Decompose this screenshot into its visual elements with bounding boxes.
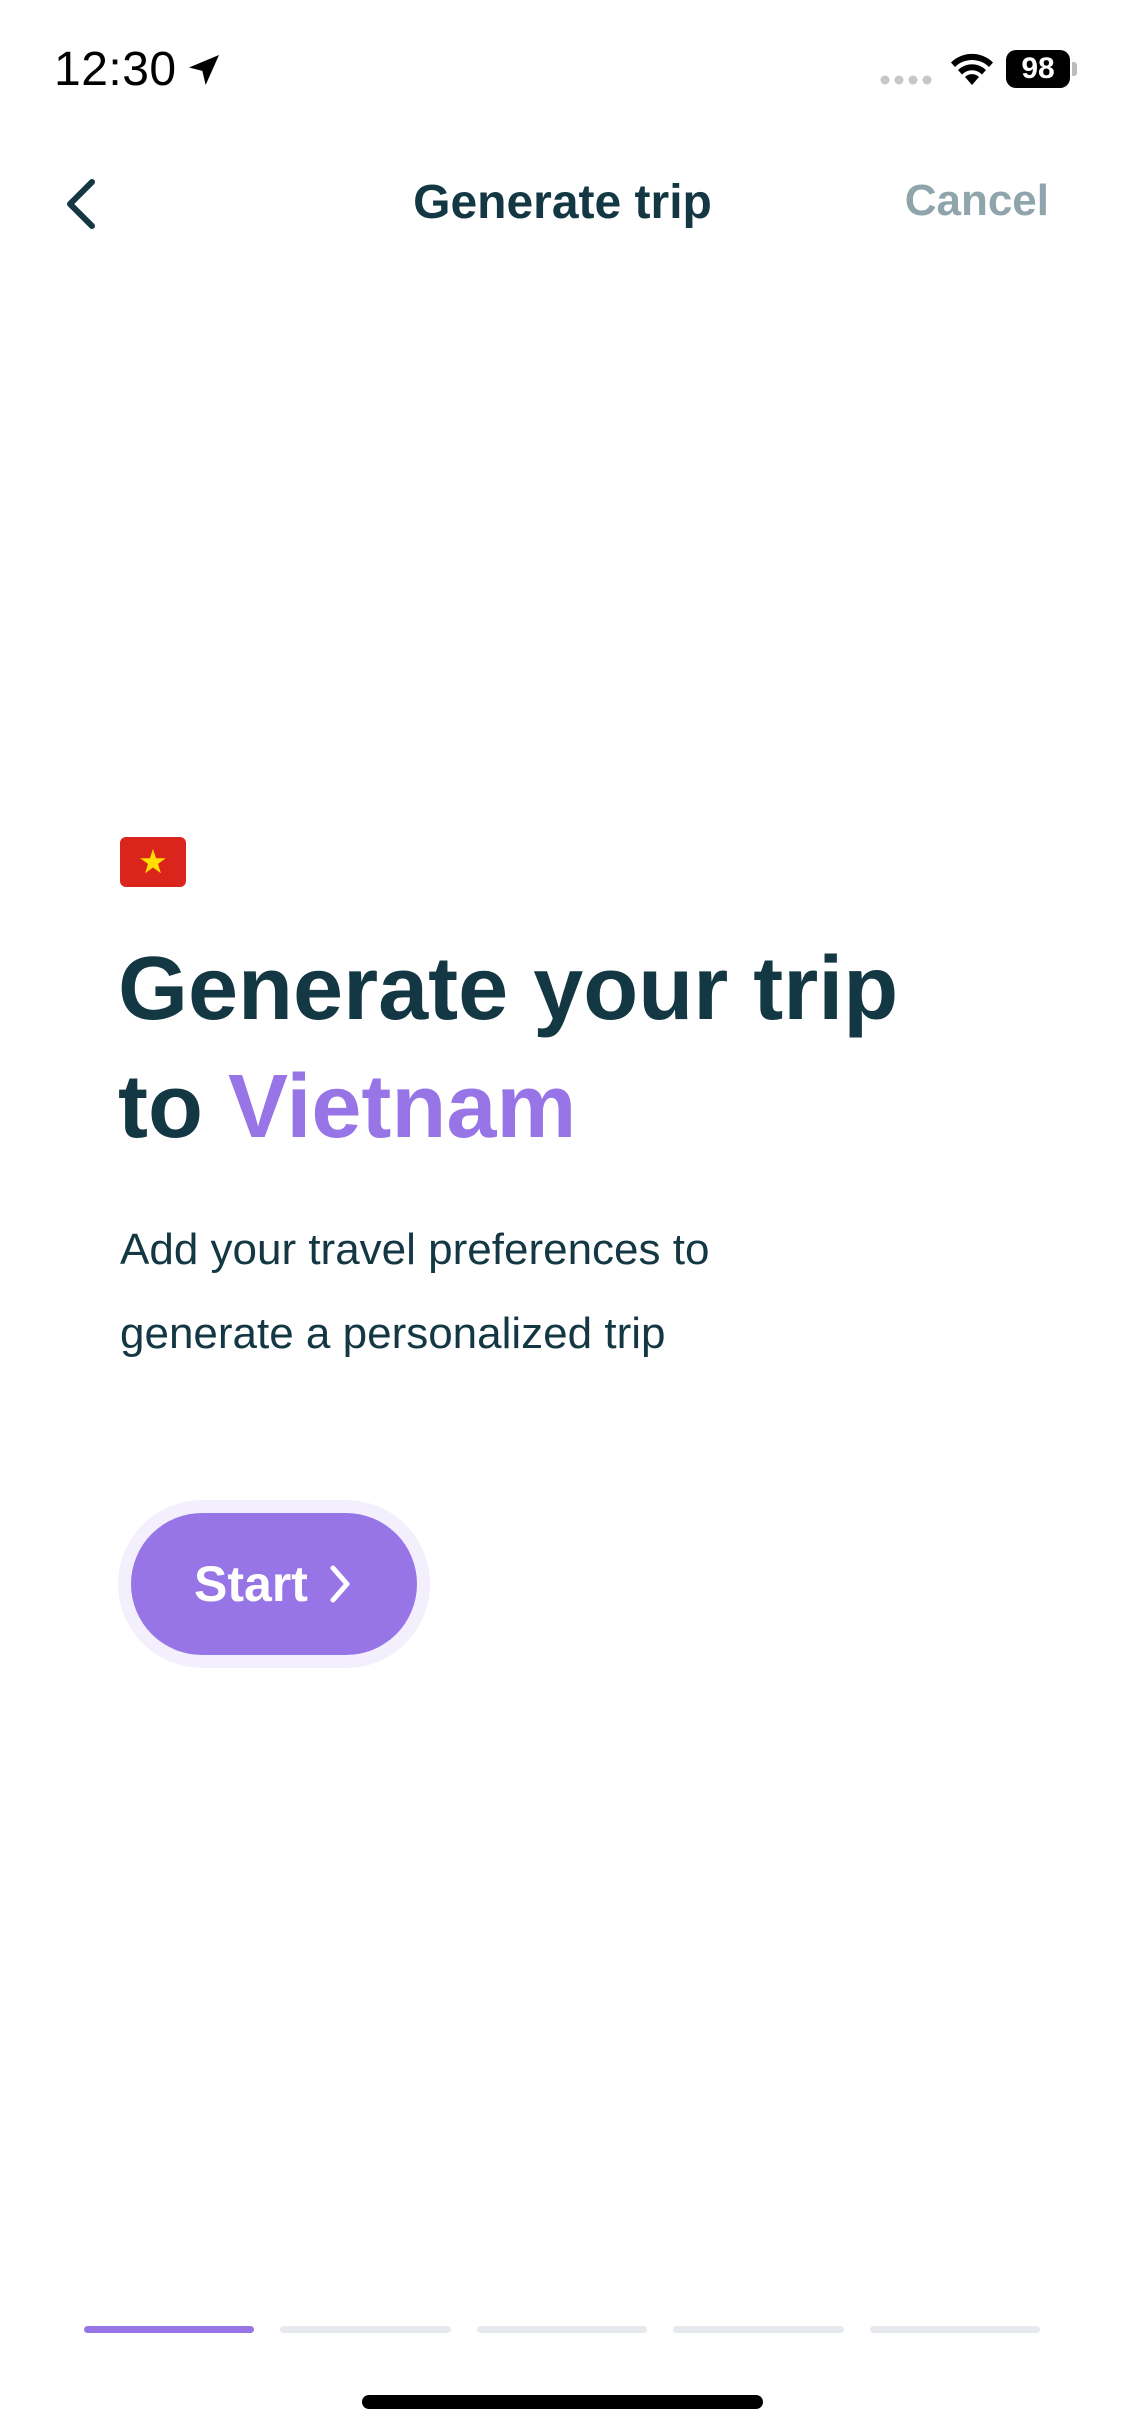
progress-step-1: [84, 2326, 255, 2333]
status-time: 12:30: [54, 43, 177, 96]
vietnam-flag-icon: [120, 837, 186, 887]
chevron-left-icon: [67, 179, 95, 229]
wifi-icon: [951, 53, 993, 85]
progress-step-4: [673, 2326, 844, 2333]
start-button-label: Start: [194, 1556, 308, 1612]
cellular-signal-icon: [880, 75, 932, 85]
hero-subtitle-line1: Add your travel preferences to: [120, 1225, 710, 1274]
step-progress: [84, 2326, 1041, 2333]
cancel-button[interactable]: Cancel: [905, 166, 1049, 236]
progress-step-3: [476, 2326, 648, 2333]
battery-icon: 98: [1006, 50, 1077, 88]
hero-title-prefix: to: [118, 1057, 203, 1157]
hero-subtitle: Add your travel preferences to generate …: [120, 1208, 880, 1376]
hero-title: Generate your trip to Vietnam: [118, 930, 1018, 1166]
hero-subtitle-line2: generate a personalized trip: [120, 1309, 666, 1358]
progress-step-5: [869, 2326, 1041, 2333]
hero-title-line1: Generate your trip: [118, 939, 899, 1039]
status-bar: 12:30 98: [0, 0, 1125, 140]
back-button[interactable]: [56, 168, 116, 238]
battery-level: 98: [1021, 52, 1055, 85]
progress-step-2: [280, 2326, 451, 2333]
location-arrow-icon: [189, 55, 219, 85]
chevron-right-icon: [330, 1565, 350, 1603]
destination-name: Vietnam: [227, 1057, 577, 1157]
home-indicator: [362, 2395, 763, 2409]
start-button[interactable]: Start: [131, 1513, 417, 1655]
